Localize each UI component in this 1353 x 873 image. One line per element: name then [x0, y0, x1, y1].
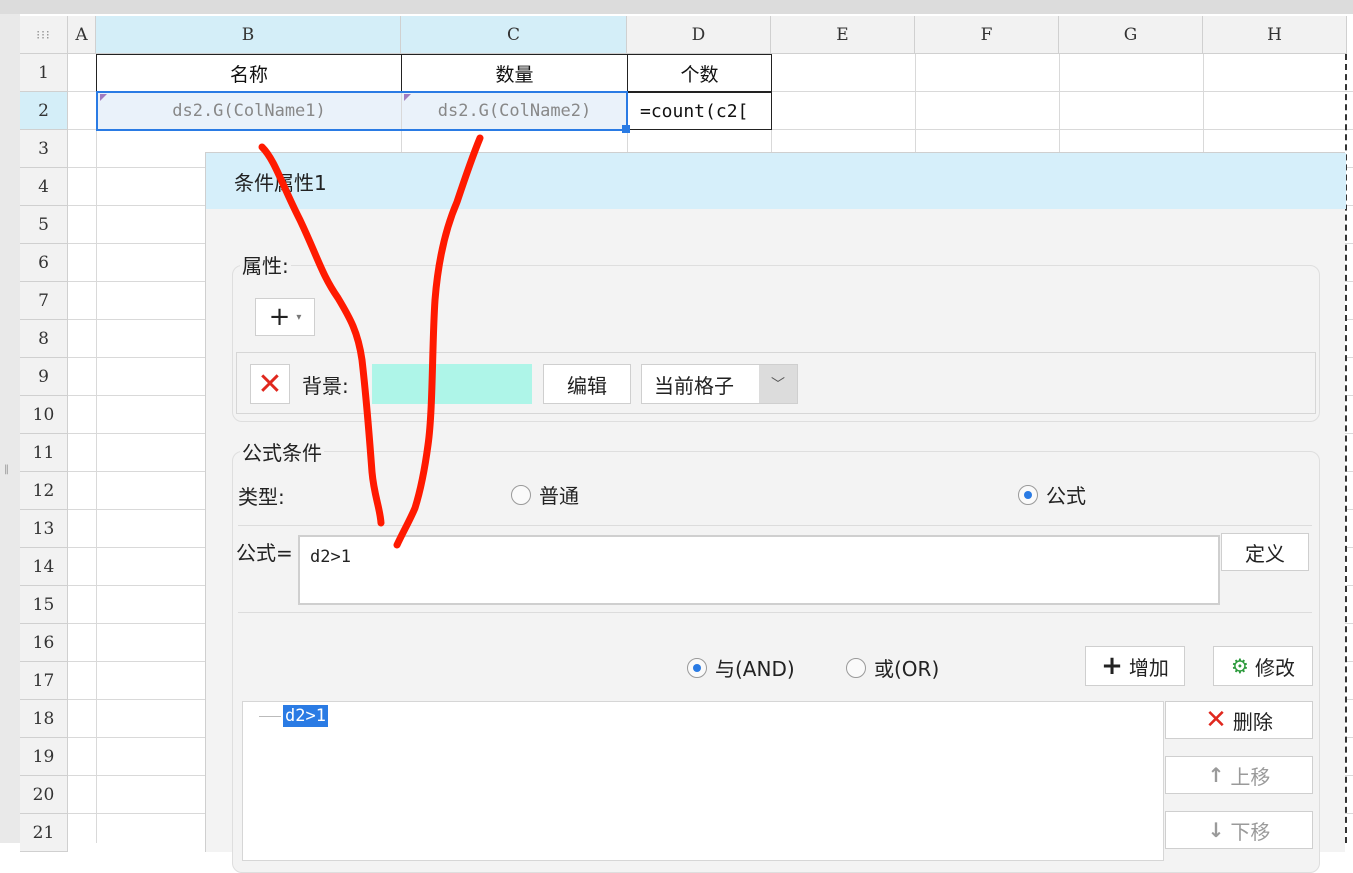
red-annotation-strokes	[258, 134, 484, 549]
annotation-stroke-right	[393, 134, 484, 549]
annotation-stroke-left	[258, 143, 385, 527]
